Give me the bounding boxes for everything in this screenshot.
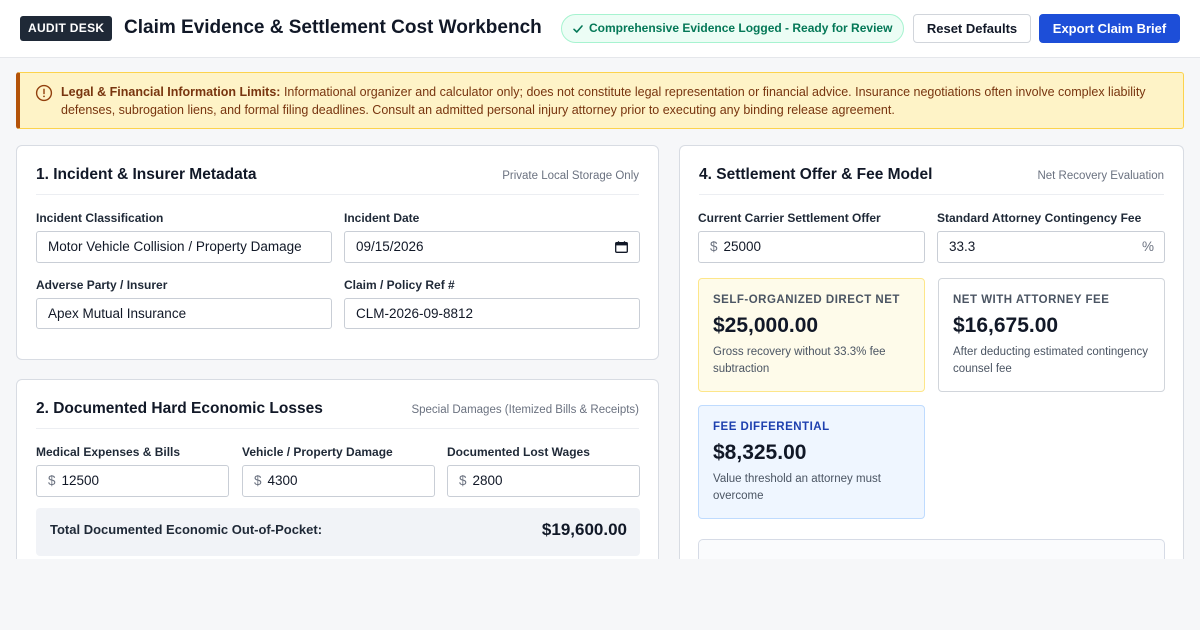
incident-card: 1. Incident & Insurer Metadata Private L… bbox=[16, 145, 659, 360]
medical-expenses-field[interactable]: $12500 bbox=[36, 465, 229, 497]
percent-unit: % bbox=[1141, 239, 1154, 254]
legal-notice: Legal & Financial Information Limits: In… bbox=[16, 72, 1184, 129]
incident-date-value: 09/15/2026 bbox=[356, 239, 424, 254]
claim-ref-value: CLM-2026-09-8812 bbox=[356, 306, 474, 321]
incident-date-field[interactable]: 09/15/2026 bbox=[344, 231, 640, 263]
notice-text: Legal & Financial Information Limits: In… bbox=[61, 83, 1171, 119]
check-icon bbox=[573, 24, 583, 33]
info-icon bbox=[35, 84, 53, 102]
claim-ref-field[interactable]: CLM-2026-09-8812 bbox=[344, 298, 640, 329]
direct-net-title: SELF-ORGANIZED DIRECT NET bbox=[713, 294, 900, 306]
fee-differential-value: $8,325.00 bbox=[713, 441, 807, 464]
app-title: Claim Evidence & Settlement Cost Workben… bbox=[124, 17, 542, 38]
settlement-offer-label: Current Carrier Settlement Offer bbox=[698, 211, 881, 225]
fee-differential-note: Value threshold an attorney must overcom… bbox=[713, 473, 881, 502]
insurer-label: Adverse Party / Insurer bbox=[36, 278, 168, 292]
attorney-net-note: After deducting estimated contingency co… bbox=[953, 346, 1148, 375]
attorney-net-value: $16,675.00 bbox=[953, 314, 1059, 337]
vehicle-damage-field[interactable]: $4300 bbox=[242, 465, 435, 497]
incident-card-meta: Private Local Storage Only bbox=[502, 170, 639, 182]
direct-net-value: $25,000.00 bbox=[713, 314, 819, 337]
medical-expenses-value: 12500 bbox=[61, 473, 100, 488]
direct-net-note: Gross recovery without 33.3% fee subtrac… bbox=[713, 346, 886, 375]
vehicle-damage-value: 4300 bbox=[267, 473, 298, 488]
contingency-fee-value: 33.3 bbox=[949, 239, 976, 254]
economic-losses-card-header: 2. Documented Hard Economic Losses Speci… bbox=[36, 380, 639, 429]
direct-net-stat: SELF-ORGANIZED DIRECT NET $25,000.00 Gro… bbox=[698, 278, 925, 392]
economic-total-label: Total Documented Economic Out-of-Pocket: bbox=[50, 522, 323, 537]
app-badge: AUDIT DESK bbox=[20, 16, 113, 41]
contingency-fee-field[interactable]: 33.3 % bbox=[937, 231, 1165, 263]
incident-classification-field[interactable]: Motor Vehicle Collision / Property Damag… bbox=[36, 231, 332, 263]
incident-card-header: 1. Incident & Insurer Metadata Private L… bbox=[36, 146, 639, 195]
economic-total-bar: Total Documented Economic Out-of-Pocket:… bbox=[36, 508, 640, 556]
notice-heading: Legal & Financial Information Limits: bbox=[61, 85, 281, 99]
currency-symbol: $ bbox=[48, 473, 56, 488]
incident-classification-value: Motor Vehicle Collision / Property Damag… bbox=[48, 239, 302, 254]
economic-losses-card: 2. Documented Hard Economic Losses Speci… bbox=[16, 379, 659, 559]
incident-classification-label: Incident Classification bbox=[36, 211, 164, 225]
incident-date-label: Incident Date bbox=[344, 211, 420, 225]
status-badge: Comprehensive Evidence Logged - Ready fo… bbox=[561, 14, 905, 43]
lost-wages-value: 2800 bbox=[472, 473, 503, 488]
vehicle-damage-label: Vehicle / Property Damage bbox=[242, 445, 393, 459]
insurer-field[interactable]: Apex Mutual Insurance bbox=[36, 298, 332, 329]
lost-wages-label: Documented Lost Wages bbox=[447, 445, 590, 459]
status-text: Comprehensive Evidence Logged - Ready fo… bbox=[589, 21, 893, 35]
export-claim-brief-button[interactable]: Export Claim Brief bbox=[1039, 14, 1180, 43]
insurer-value: Apex Mutual Insurance bbox=[48, 306, 187, 321]
economic-total-value: $19,600.00 bbox=[541, 520, 627, 539]
settlement-offer-field[interactable]: $25000 bbox=[698, 231, 925, 263]
medical-expenses-label: Medical Expenses & Bills bbox=[36, 445, 181, 459]
claim-ref-label: Claim / Policy Ref # bbox=[344, 278, 455, 292]
settlement-card-meta: Net Recovery Evaluation bbox=[1037, 170, 1164, 182]
attorney-net-stat: NET WITH ATTORNEY FEE $16,675.00 After d… bbox=[938, 278, 1165, 392]
reset-defaults-button[interactable]: Reset Defaults bbox=[913, 14, 1031, 43]
settlement-card-header: 4. Settlement Offer & Fee Model Net Reco… bbox=[699, 146, 1164, 195]
top-bar: AUDIT DESK Claim Evidence & Settlement C… bbox=[0, 0, 1200, 58]
calendar-icon[interactable] bbox=[615, 241, 628, 253]
currency-symbol: $ bbox=[254, 473, 262, 488]
settlement-offer-value: 25000 bbox=[723, 239, 762, 254]
incident-card-title: 1. Incident & Insurer Metadata bbox=[36, 166, 257, 183]
fee-differential-title: FEE DIFFERENTIAL bbox=[713, 421, 830, 433]
contingency-fee-label: Standard Attorney Contingency Fee bbox=[937, 211, 1142, 225]
lost-wages-field[interactable]: $2800 bbox=[447, 465, 640, 497]
settlement-next-panel bbox=[698, 539, 1165, 559]
settlement-card: 4. Settlement Offer & Fee Model Net Reco… bbox=[679, 145, 1184, 559]
economic-losses-card-meta: Special Damages (Itemized Bills & Receip… bbox=[411, 404, 639, 416]
currency-symbol: $ bbox=[459, 473, 467, 488]
currency-symbol: $ bbox=[710, 239, 718, 254]
fee-differential-stat: FEE DIFFERENTIAL $8,325.00 Value thresho… bbox=[698, 405, 925, 519]
settlement-card-title: 4. Settlement Offer & Fee Model bbox=[699, 166, 933, 183]
attorney-net-title: NET WITH ATTORNEY FEE bbox=[953, 294, 1110, 306]
economic-losses-card-title: 2. Documented Hard Economic Losses bbox=[36, 400, 323, 417]
